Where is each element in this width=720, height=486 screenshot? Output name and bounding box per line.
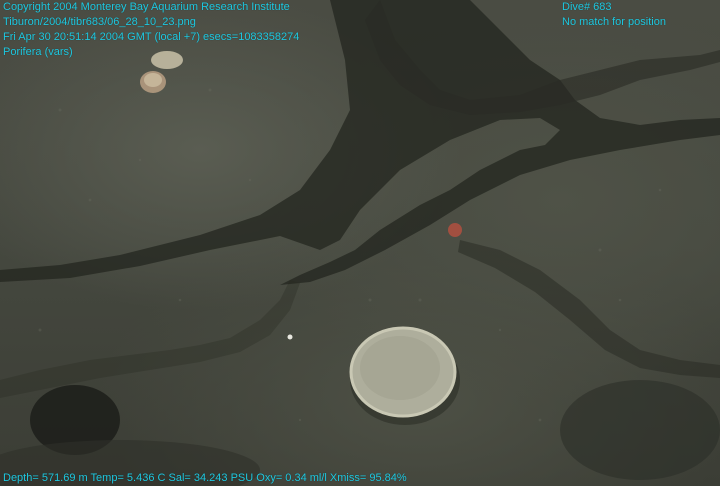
rock-shadow [560, 380, 720, 480]
seafloor-scene [0, 0, 720, 486]
red-organism [448, 223, 462, 237]
timestamp-text: Fri Apr 30 20:51:14 2004 GMT (local +7) … [3, 31, 300, 43]
dive-number-text: Dive# 683 [562, 1, 612, 13]
porifera-sponge-center [360, 336, 440, 400]
seafloor-video-frame: Copyright 2004 Monterey Bay Aquarium Res… [0, 0, 720, 486]
metadata-overlay-top-left: Copyright 2004 Monterey Bay Aquarium Res… [3, 0, 299, 60]
rock-crack [0, 280, 300, 398]
metadata-overlay-top-right: Dive# 683 No match for position [562, 0, 666, 30]
copyright-text: Copyright 2004 Monterey Bay Aquarium Res… [3, 1, 290, 13]
small-sponge [144, 73, 162, 87]
position-status-text: No match for position [562, 16, 666, 28]
sensor-readout: Depth= 571.69 m Temp= 5.436 C Sal= 34.24… [3, 472, 407, 484]
white-particle [287, 334, 293, 340]
image-path-text: Tiburon/2004/tibr683/06_28_10_23.png [3, 16, 196, 28]
rock-crack [458, 240, 720, 378]
taxon-label: Porifera (vars) [3, 46, 73, 58]
